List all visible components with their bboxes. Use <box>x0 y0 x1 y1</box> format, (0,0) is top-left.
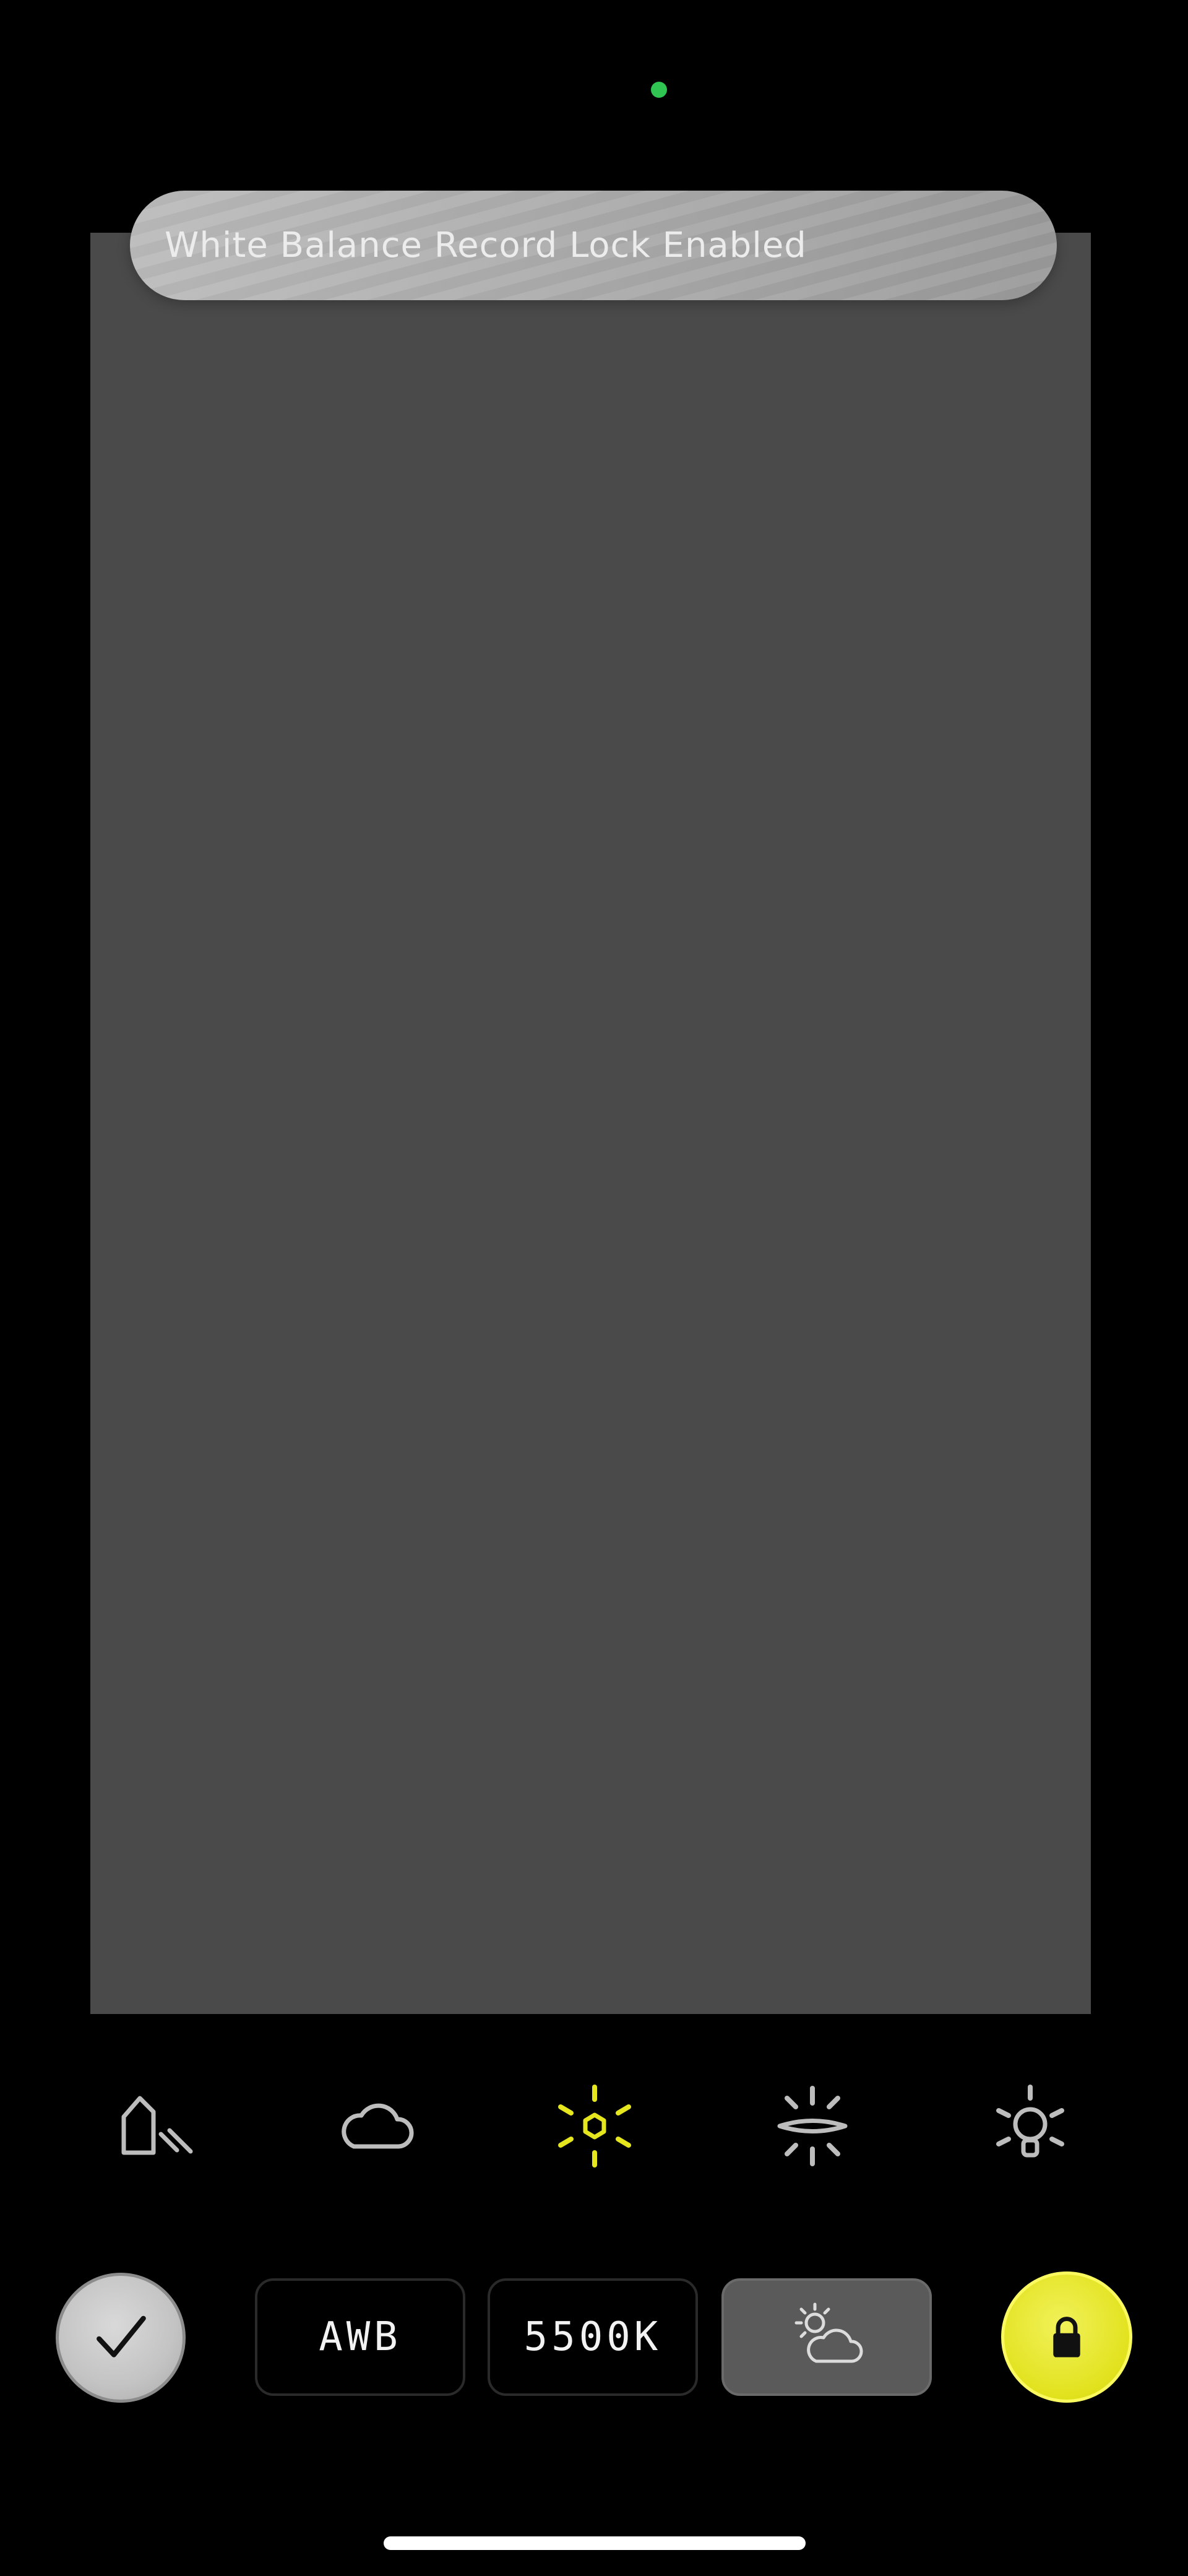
camera-screen: White Balance Record Lock Enabled AWB 55… <box>0 0 1188 2576</box>
lock-icon <box>1053 2317 1080 2358</box>
shade-icon <box>121 2096 193 2155</box>
viewfinder[interactable] <box>90 233 1091 2014</box>
white-balance-lock-button[interactable] <box>1001 2271 1132 2403</box>
notification-toast: White Balance Record Lock Enabled <box>130 191 1057 300</box>
awb-button[interactable]: AWB <box>255 2278 465 2396</box>
daylight-icon <box>558 2085 631 2168</box>
incandescent-preset-button[interactable] <box>978 2080 1083 2172</box>
shade-preset-button[interactable] <box>104 2080 209 2172</box>
incandescent-icon <box>996 2085 1064 2158</box>
fluorescent-icon <box>777 2086 848 2166</box>
checkmark-icon <box>97 2315 146 2358</box>
cloudy-icon <box>342 2103 414 2149</box>
fluorescent-preset-button[interactable] <box>760 2080 865 2172</box>
white-balance-presets <box>0 2080 1188 2172</box>
color-temperature-button[interactable]: 5500K <box>488 2278 698 2396</box>
cloudy-preset-button[interactable] <box>323 2080 428 2172</box>
bottom-controls: AWB 5500K <box>0 2271 1188 2405</box>
weather-preset-button[interactable] <box>721 2278 932 2396</box>
camera-in-use-indicator <box>651 82 667 98</box>
partly-cloudy-icon <box>794 2302 863 2363</box>
home-indicator[interactable] <box>384 2536 806 2550</box>
toast-message: White Balance Record Lock Enabled <box>165 225 807 266</box>
daylight-preset-button[interactable] <box>542 2080 647 2172</box>
confirm-button[interactable] <box>56 2273 186 2403</box>
